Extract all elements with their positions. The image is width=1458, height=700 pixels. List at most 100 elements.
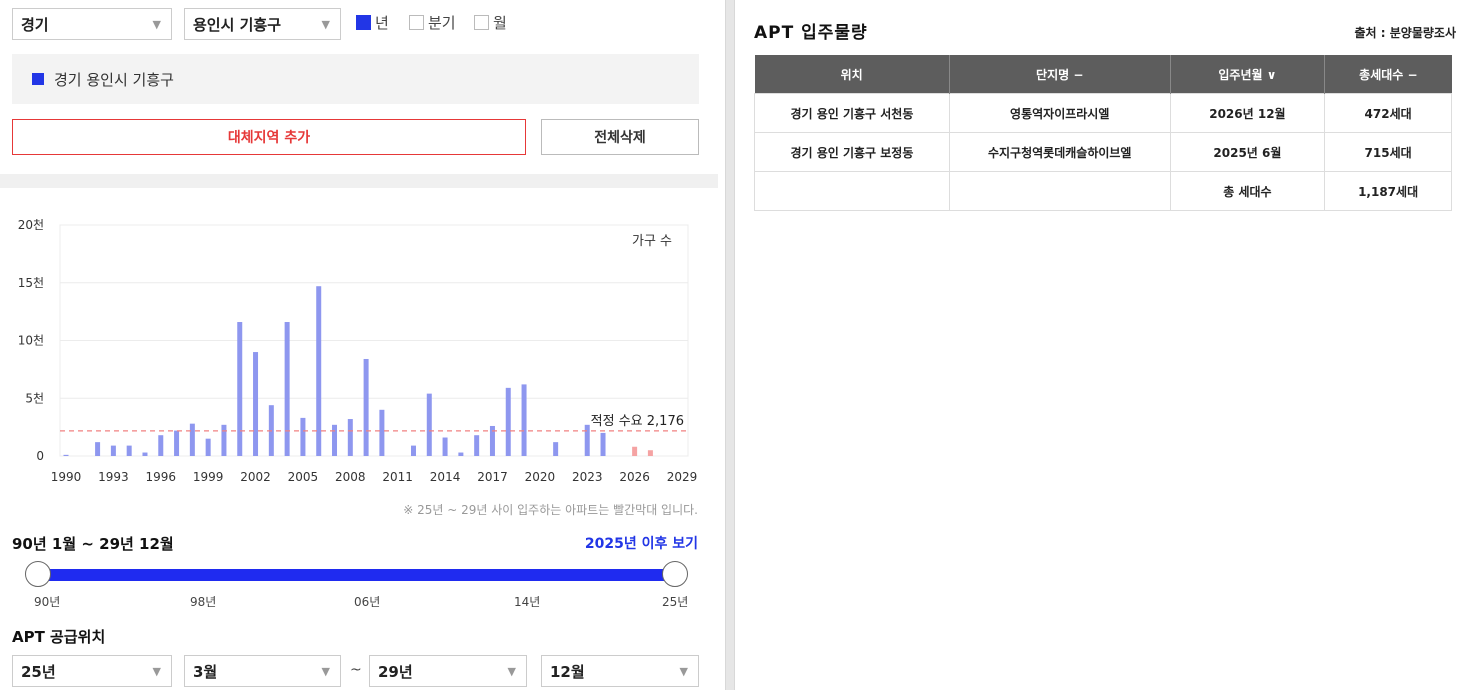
panel-divider[interactable]: [725, 0, 735, 690]
bar: [205, 438, 211, 456]
range-start-handle[interactable]: [25, 561, 51, 587]
region-color-marker: [32, 73, 44, 85]
column-households-sort[interactable]: 총세대수 −: [1324, 55, 1452, 94]
x-tick-label: 1996: [145, 470, 176, 484]
y-tick-label: 5천: [25, 390, 44, 405]
y-tick-label: 10천: [18, 333, 44, 348]
x-tick-label: 2002: [240, 470, 271, 484]
x-tick-label: 2014: [430, 470, 461, 484]
range-ticks: 90년 98년 06년 14년 25년: [0, 593, 718, 609]
table-cell: 경기 용인 기흥구 보정동: [754, 132, 950, 172]
supply-title: APT 공급위치: [12, 628, 106, 646]
right-panel-title: APT 입주물량: [754, 23, 868, 43]
bar: [189, 423, 195, 456]
section-separator: [0, 174, 718, 188]
table-row: 경기 용인 기흥구 서천동 영통역자이프라시엘 2026년 12월 472세대: [754, 93, 1452, 133]
column-move-in-sort[interactable]: 입주년월 ∨: [1170, 55, 1326, 94]
x-tick-label: 2029: [667, 470, 698, 484]
bar: [505, 387, 511, 456]
chevron-down-icon: ▼: [321, 18, 330, 31]
add-region-button[interactable]: 대체지역 추가: [12, 119, 526, 155]
table-cell: 2026년 12월: [1169, 93, 1326, 133]
checkbox-unchecked-icon: [474, 15, 489, 30]
city-select[interactable]: 용인시 기흥구 ▼: [184, 8, 341, 40]
x-tick-label: 2017: [477, 470, 508, 484]
after-2025-link[interactable]: 2025년 이후 보기: [585, 533, 698, 553]
range-tick: 90년: [34, 595, 61, 609]
range-slider-track[interactable]: [38, 569, 675, 581]
from-year-value: 25년: [21, 662, 56, 681]
chevron-down-icon: ▼: [152, 665, 161, 678]
source-label: 출처 : 분양물량조사: [1354, 26, 1456, 40]
bar: [284, 322, 290, 456]
checkbox-checked-icon: [356, 15, 371, 30]
range-end-handle[interactable]: [662, 561, 688, 587]
table-cell: [754, 171, 950, 211]
chevron-down-icon: ▼: [152, 18, 161, 31]
period-month-checkbox[interactable]: 월: [474, 12, 507, 33]
to-year-value: 29년: [378, 662, 413, 681]
table-cell: 472세대: [1324, 93, 1452, 133]
chart-note: ※ 25년 ~ 29년 사이 입주하는 아파트는 빨간막대 입니다.: [403, 503, 698, 517]
reference-line-label: 적정 수요 2,176: [591, 414, 684, 429]
unit-label: 가구 수: [632, 234, 672, 249]
x-tick-label: 2026: [619, 470, 650, 484]
bar: [600, 432, 606, 456]
bar: [126, 445, 132, 456]
table-cell: 2025년 6월: [1169, 132, 1326, 172]
bar: [458, 452, 464, 456]
column-complex-sort[interactable]: 단지명 −: [949, 55, 1171, 94]
chevron-down-icon: ▼: [321, 665, 330, 678]
delete-all-button[interactable]: 전체삭제: [541, 119, 699, 155]
selected-region: 경기 용인시 기흥구: [12, 54, 699, 104]
checkbox-unchecked-icon: [409, 15, 424, 30]
x-tick-label: 1990: [51, 470, 82, 484]
x-tick-label: 2005: [288, 470, 319, 484]
from-month-select[interactable]: 3월 ▼: [184, 655, 341, 687]
x-tick-label: 2020: [525, 470, 556, 484]
period-year-checkbox[interactable]: 년: [356, 12, 389, 33]
bar: [300, 417, 306, 456]
y-tick-label: 20천: [18, 217, 44, 232]
period-year-label: 년: [375, 14, 389, 32]
table-cell: 715세대: [1324, 132, 1452, 172]
selected-region-label: 경기 용인시 기흥구: [54, 70, 174, 89]
table-total-row: 총 세대수 1,187세대: [754, 171, 1452, 211]
province-select[interactable]: 경기 ▼: [12, 8, 172, 40]
table-cell: 총 세대수: [1169, 171, 1326, 211]
period-quarter-checkbox[interactable]: 분기: [409, 12, 456, 33]
province-select-value: 경기: [21, 15, 49, 34]
to-month-select[interactable]: 12월 ▼: [541, 655, 699, 687]
from-month-value: 3월: [193, 662, 218, 681]
bar: [110, 445, 116, 456]
bar: [95, 442, 101, 456]
table-cell: 경기 용인 기흥구 서천동: [754, 93, 950, 133]
supply-table: 위치 단지명 − 입주년월 ∨ 총세대수 − 경기 용인 기흥구 서천동 영통역…: [754, 55, 1452, 211]
x-tick-label: 1993: [98, 470, 129, 484]
bar: [379, 409, 385, 456]
from-year-select[interactable]: 25년 ▼: [12, 655, 172, 687]
x-tick-label: 2023: [572, 470, 603, 484]
supply-chart: 0 5천 10천 15천 20천 1990 1993 1996 1999 2002 2005 2008…: [18, 217, 698, 517]
bar: [632, 446, 638, 456]
range-tick: 06년: [354, 595, 381, 609]
y-tick-label: 15천: [18, 275, 44, 290]
to-year-select[interactable]: 29년 ▼: [369, 655, 527, 687]
column-location: 위치: [754, 55, 950, 94]
bar: [553, 442, 559, 456]
bar: [253, 352, 259, 456]
chevron-down-icon: ▼: [679, 665, 688, 678]
period-quarter-label: 분기: [428, 14, 456, 32]
bar: [63, 454, 69, 456]
table-row: 경기 용인 기흥구 보정동 수지구청역롯데캐슬하이브엘 2025년 6월 715…: [754, 132, 1452, 172]
chevron-down-icon: ▼: [507, 665, 516, 678]
table-cell: 1,187세대: [1324, 171, 1452, 211]
bar: [426, 393, 432, 456]
bar: [474, 435, 480, 456]
bar: [237, 322, 243, 456]
range-label: 90년 1월 ~ 29년 12월: [12, 535, 174, 553]
period-month-label: 월: [493, 14, 507, 32]
bar: [332, 424, 338, 456]
table-cell: 수지구청역롯데캐슬하이브엘: [948, 132, 1171, 172]
x-tick-label: 2011: [382, 470, 413, 484]
